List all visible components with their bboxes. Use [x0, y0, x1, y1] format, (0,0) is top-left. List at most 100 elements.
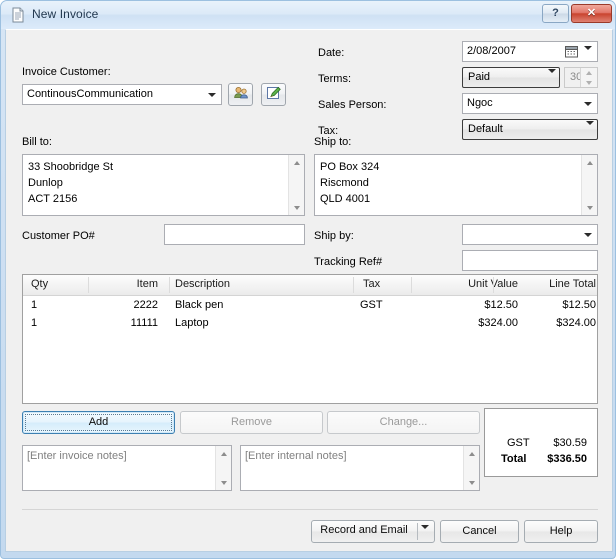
scroll-down-icon[interactable]: [464, 475, 479, 490]
edit-customer-button[interactable]: [261, 83, 286, 106]
cell-line-total: $12.50: [562, 299, 596, 311]
invoice-notes-box[interactable]: [Enter invoice notes]: [22, 445, 232, 491]
tracking-ref-input[interactable]: [462, 250, 598, 271]
sales-person-value: Ngoc: [467, 97, 493, 109]
terms-combo[interactable]: Paid: [462, 67, 560, 88]
bill-to-scrollbar[interactable]: [288, 155, 304, 215]
bill-to-address-text: 33 Shoobridge St Dunlop ACT 2156: [28, 161, 114, 205]
ship-by-combo[interactable]: [462, 224, 598, 245]
remove-line-item-button[interactable]: Remove: [180, 411, 323, 434]
footer-divider: [22, 509, 598, 510]
tracking-ref-label: Tracking Ref#: [314, 256, 383, 268]
titlebar-close-button[interactable]: ✕: [571, 4, 612, 23]
column-header-description[interactable]: Description: [175, 278, 230, 290]
cell-item: 11111: [130, 317, 158, 329]
chevron-down-icon[interactable]: [586, 121, 594, 137]
sales-person-label: Sales Person:: [318, 99, 387, 111]
calendar-icon: [565, 45, 578, 61]
terms-value: Paid: [468, 71, 491, 83]
dialog-client-area: Invoice Customer: ContinousCommunication: [5, 29, 613, 552]
scroll-down-icon[interactable]: [582, 200, 597, 215]
chevron-down-icon[interactable]: [584, 46, 592, 62]
ship-to-scrollbar[interactable]: [581, 155, 597, 215]
terms-label: Terms:: [318, 73, 351, 85]
scroll-up-icon[interactable]: [216, 446, 231, 461]
help-button[interactable]: Help: [524, 520, 598, 543]
line-items-grid[interactable]: Qty Item Description Tax Unit Value Line…: [22, 274, 598, 404]
bill-to-label: Bill to:: [22, 136, 52, 148]
internal-notes-placeholder: [Enter internal notes]: [245, 450, 347, 462]
chevron-down-icon[interactable]: [421, 525, 429, 541]
column-header-line-total[interactable]: Line Total: [501, 278, 596, 290]
tax-value: Default: [468, 123, 503, 135]
internal-notes-box[interactable]: [Enter internal notes]: [240, 445, 480, 491]
invoice-notes-scrollbar[interactable]: [215, 446, 231, 490]
sales-person-combo[interactable]: Ngoc: [462, 93, 598, 114]
total-label: Total: [501, 453, 527, 465]
cell-description: Black pen: [175, 299, 224, 311]
scroll-up-icon[interactable]: [464, 446, 479, 461]
record-and-email-button[interactable]: Record and Email: [311, 520, 435, 543]
invoice-notes-placeholder: [Enter invoice notes]: [27, 450, 127, 462]
total-value: $336.50: [547, 453, 587, 465]
column-header-item[interactable]: Item: [98, 278, 158, 290]
gst-value: $30.59: [553, 437, 587, 449]
date-picker[interactable]: 2/08/2007: [462, 41, 598, 62]
users-icon: [233, 85, 249, 104]
cancel-button-label: Cancel: [462, 525, 497, 537]
customer-po-input[interactable]: [164, 224, 305, 245]
chevron-down-icon[interactable]: [548, 69, 556, 85]
change-button-label: Change...: [379, 416, 428, 428]
new-invoice-window: New Invoice ? ✕ Invoice Customer: Contin…: [0, 0, 616, 559]
date-value: 2/08/2007: [467, 45, 516, 57]
cell-line-total: $324.00: [556, 317, 596, 329]
cell-qty: 1: [31, 317, 38, 329]
invoice-customer-label: Invoice Customer:: [22, 66, 111, 78]
table-row[interactable]: 1 2222 Black pen GST $12.50 $12.50: [23, 297, 597, 315]
stepper-down-icon[interactable]: [581, 78, 596, 87]
stepper-buttons[interactable]: [580, 68, 597, 87]
record-and-email-label: Record and Email: [320, 524, 408, 536]
scroll-down-icon[interactable]: [289, 200, 304, 215]
line-items-header-row: Qty Item Description Tax Unit Value Line…: [23, 275, 597, 296]
cell-qty: 1: [31, 299, 38, 311]
ship-to-label: Ship to:: [314, 136, 352, 148]
ship-by-label: Ship by:: [314, 230, 354, 242]
change-line-item-button[interactable]: Change...: [327, 411, 480, 434]
help-button-label: Help: [549, 525, 573, 537]
bill-to-address-box[interactable]: 33 Shoobridge St Dunlop ACT 2156: [22, 154, 305, 216]
select-customer-button[interactable]: [228, 83, 253, 106]
date-label: Date:: [318, 47, 345, 59]
document-icon: [10, 7, 26, 23]
cancel-button[interactable]: Cancel: [440, 520, 519, 543]
cell-description: Laptop: [175, 317, 209, 329]
internal-notes-scrollbar[interactable]: [463, 446, 479, 490]
add-button-label: Add: [88, 416, 109, 428]
invoice-customer-value: ContinousCommunication: [27, 88, 153, 100]
scroll-down-icon[interactable]: [216, 475, 231, 490]
gst-label: GST: [507, 437, 530, 449]
edit-pencil-icon: [266, 85, 282, 104]
column-header-qty[interactable]: Qty: [31, 278, 48, 290]
terms-days-stepper[interactable]: 30: [564, 67, 598, 88]
title-bar: New Invoice ? ✕: [1, 1, 615, 29]
scroll-up-icon[interactable]: [582, 155, 597, 170]
ship-to-address-text: PO Box 324 Riscmond QLD 4001: [320, 161, 380, 205]
titlebar-help-button[interactable]: ?: [542, 4, 569, 23]
remove-button-label: Remove: [231, 416, 272, 428]
chevron-down-icon[interactable]: [579, 95, 596, 112]
totals-panel: GST $30.59 Total $336.50: [484, 408, 598, 477]
scroll-up-icon[interactable]: [289, 155, 304, 170]
ship-to-address-box[interactable]: PO Box 324 Riscmond QLD 4001: [314, 154, 598, 216]
chevron-down-icon[interactable]: [203, 86, 220, 103]
tax-combo[interactable]: Default: [462, 119, 598, 140]
stepper-up-icon[interactable]: [581, 68, 596, 77]
customer-po-label: Customer PO#: [22, 230, 95, 242]
cell-item: 2222: [133, 299, 158, 311]
table-row[interactable]: 1 11111 Laptop $324.00 $324.00: [23, 315, 597, 333]
cell-tax: GST: [360, 299, 383, 311]
add-line-item-button[interactable]: Add: [22, 411, 175, 434]
chevron-down-icon[interactable]: [579, 226, 596, 243]
column-header-tax[interactable]: Tax: [363, 278, 380, 290]
invoice-customer-combo[interactable]: ContinousCommunication: [22, 84, 222, 105]
